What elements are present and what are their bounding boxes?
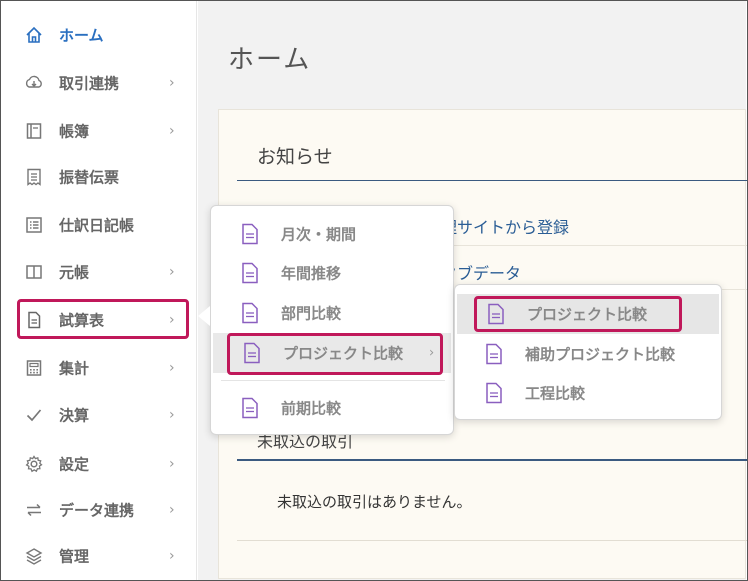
sidebar-item-label: ホーム	[59, 26, 104, 45]
chevron-right-icon: ›	[169, 548, 175, 564]
empty-message: 未取込の取引はありません。	[277, 493, 472, 511]
submenu-highlight-box	[227, 333, 443, 375]
sidebar-item-shukei[interactable]: 集計 ›	[1, 348, 197, 388]
sidebar-item-label: 設定	[59, 455, 90, 474]
chevron-right-icon: ›	[169, 123, 175, 139]
submenu-item-label: 工程比較	[525, 384, 586, 403]
ledger-icon	[23, 261, 45, 283]
gear-icon	[23, 453, 45, 475]
layers-icon	[23, 545, 45, 567]
submenu2-highlight-box	[474, 296, 682, 332]
sidebar-item-chobo[interactable]: 帳簿 ›	[1, 111, 197, 151]
sidebar-item-data-renkei[interactable]: データ連携 ›	[1, 490, 197, 530]
sidebar: ホーム 取引連携 › 帳簿 › 振替伝票 仕訳日記帳 元帳 › 試算表 › 集計…	[1, 1, 197, 580]
submenu-item-label: 年間推移	[281, 264, 342, 283]
calculator-icon	[23, 357, 45, 379]
sidebar-item-label: 決算	[59, 406, 90, 425]
sidebar-highlight-box	[17, 299, 189, 339]
voucher-icon	[23, 166, 45, 188]
divider	[237, 459, 747, 461]
sidebar-item-label: 管理	[59, 547, 90, 566]
sidebar-item-label: データ連携	[59, 501, 135, 520]
chevron-right-icon: ›	[169, 407, 175, 423]
chevron-right-icon: ›	[169, 75, 175, 91]
list-icon	[23, 214, 45, 236]
submenu-item-bumon-hikaku[interactable]: 部門比較	[211, 293, 453, 333]
sidebar-item-label: 帳簿	[59, 122, 90, 141]
sidebar-item-shiwake-nikkicho[interactable]: 仕訳日記帳	[1, 205, 197, 245]
sidebar-item-label: 集計	[59, 359, 90, 378]
divider	[237, 540, 747, 541]
sidebar-item-label: 取引連携	[59, 74, 120, 93]
home-icon	[23, 24, 45, 46]
submenu-item-label: 補助プロジェクト比較	[525, 345, 676, 364]
sidebar-item-furikae-denpyo[interactable]: 振替伝票	[1, 157, 197, 197]
chevron-right-icon: ›	[169, 360, 175, 376]
submenu-pointer	[198, 306, 210, 326]
book-icon	[23, 120, 45, 142]
sidebar-item-label: 仕訳日記帳	[59, 216, 135, 235]
submenu-item-getsuji-kikan[interactable]: 月次・期間	[211, 214, 453, 254]
document-icon	[486, 382, 502, 404]
submenu2-item-kotei-hikaku[interactable]: 工程比較	[455, 373, 721, 413]
submenu-item-label: 前期比較	[281, 399, 342, 418]
sidebar-item-settei[interactable]: 設定 ›	[1, 444, 197, 484]
document-icon	[242, 397, 258, 419]
check-icon	[23, 404, 45, 426]
sidebar-item-torihiki-renkei[interactable]: 取引連携 ›	[1, 63, 197, 103]
submenu-item-label: 月次・期間	[281, 225, 357, 244]
notice-link[interactable]: 理サイトから登録	[441, 214, 569, 238]
exchange-icon	[23, 499, 45, 521]
submenu2-item-hojo-project-hikaku[interactable]: 補助プロジェクト比較	[455, 334, 721, 374]
document-icon	[242, 223, 258, 245]
submenu-item-nenkan-suii[interactable]: 年間推移	[211, 253, 453, 293]
document-icon	[486, 343, 502, 365]
chevron-right-icon: ›	[169, 264, 175, 280]
submenu-item-label: 部門比較	[281, 304, 342, 323]
document-icon	[242, 262, 258, 284]
divider	[237, 180, 747, 181]
submenu-item-zenki-hikaku[interactable]: 前期比較	[211, 388, 453, 428]
chevron-right-icon: ›	[169, 456, 175, 472]
sidebar-item-motocho[interactable]: 元帳 ›	[1, 252, 197, 292]
chevron-right-icon: ›	[169, 502, 175, 518]
page-title: ホーム	[228, 45, 312, 75]
notice-title: お知らせ	[257, 146, 333, 168]
document-icon	[242, 302, 258, 324]
sidebar-item-label: 振替伝票	[59, 168, 120, 187]
shisanhyo-submenu: 月次・期間 年間推移 部門比較 プロジェクト比較 › 前期比較	[210, 205, 454, 435]
sidebar-item-kessan[interactable]: 決算 ›	[1, 395, 197, 435]
divider	[221, 380, 445, 381]
cloud-download-icon	[23, 72, 45, 94]
sidebar-item-kanri[interactable]: 管理 ›	[1, 536, 197, 576]
sidebar-item-home[interactable]: ホーム	[1, 15, 197, 55]
sidebar-item-label: 元帳	[59, 263, 90, 282]
